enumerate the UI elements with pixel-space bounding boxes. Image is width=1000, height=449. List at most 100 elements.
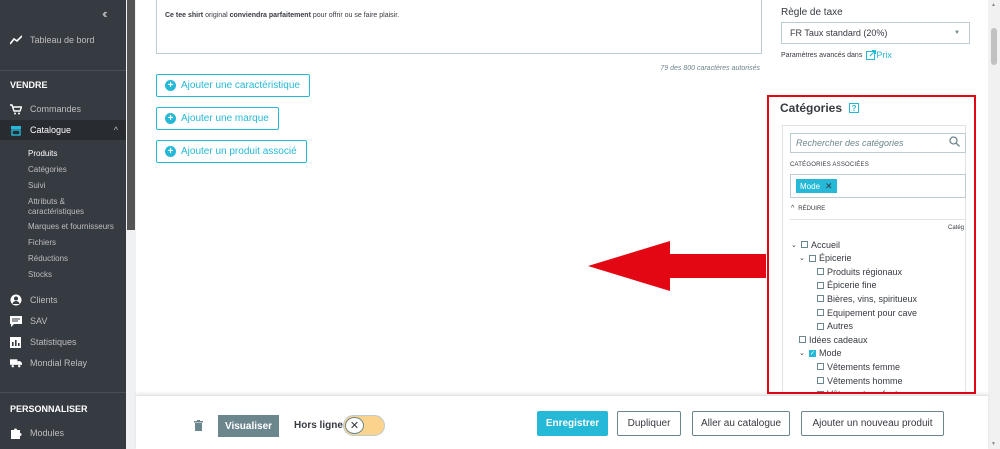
collapse-label: RÉDUIRE (798, 205, 826, 212)
page-scrollbar[interactable]: ▲ ▼ (988, 0, 1000, 449)
chevron-down-icon[interactable]: ⌄ (791, 241, 799, 249)
add-new-product-button[interactable]: Ajouter un nouveau produit (801, 411, 944, 436)
category-checkbox[interactable] (817, 390, 824, 392)
tree-node[interactable]: Produits régionaux (817, 265, 902, 278)
scrollbar-thumb[interactable] (991, 28, 997, 65)
category-checkbox[interactable] (817, 322, 824, 330)
tree-node[interactable]: ⌄ Accueil (791, 238, 840, 251)
category-checkbox[interactable] (817, 281, 824, 289)
category-checkbox[interactable] (801, 241, 808, 248)
tree-node[interactable]: Vêtements homme (817, 374, 903, 387)
online-toggle[interactable]: ✕ (343, 415, 385, 436)
category-checkbox[interactable]: ✓ (809, 349, 816, 357)
category-tag[interactable]: Mode ✕ (796, 179, 837, 193)
categories-title: Catégories ? (780, 101, 860, 115)
save-button[interactable]: Enregistrer (537, 411, 608, 436)
sidebar-subitem-brands[interactable]: Marques et fournisseurs (28, 222, 114, 232)
chevron-up-icon: ^ (791, 205, 795, 212)
search-icon[interactable] (949, 136, 960, 150)
footer-toolbar: Visualiser Hors ligne ✕ Enregistrer Dupl… (136, 395, 988, 449)
add-feature-button[interactable]: + Ajouter une caractéristique (156, 74, 310, 97)
tree-node[interactable]: Autres (817, 320, 853, 333)
collapse-tree-button[interactable]: ^ RÉDUIRE (791, 205, 825, 212)
tree-node-label: Épicerie fine (827, 280, 877, 291)
scroll-up-icon[interactable]: ▲ (991, 2, 996, 8)
sidebar-item-modules[interactable]: Modules (0, 423, 126, 443)
category-checkbox[interactable] (817, 295, 824, 303)
scroll-down-icon[interactable]: ▼ (991, 441, 996, 447)
section-title-customize: PERSONNALISER (10, 404, 88, 414)
category-checkbox[interactable] (809, 254, 816, 262)
tree-node[interactable]: Épicerie fine (817, 279, 877, 292)
sidebar-scrollbar[interactable] (127, 0, 135, 230)
remove-tag-icon[interactable]: ✕ (825, 181, 833, 192)
sidebar-item-customers[interactable]: Clients (0, 290, 126, 310)
categories-title-text: Catégories (780, 101, 843, 115)
sidebar-subitem-products[interactable]: Produits (28, 149, 57, 159)
tax-advanced-settings: Paramètres avancés dans Prix (781, 50, 892, 60)
tree-node[interactable]: Vêtements enfant (817, 388, 898, 392)
sidebar-item-label: Modules (30, 428, 65, 438)
go-to-catalog-button[interactable]: Aller au catalogue (692, 411, 790, 436)
add-related-product-button[interactable]: + Ajouter un produit associé (156, 140, 307, 163)
trash-icon[interactable] (194, 420, 203, 431)
plus-circle-icon: + (165, 80, 176, 91)
plus-circle-icon: + (165, 113, 176, 124)
help-icon[interactable]: ? (849, 103, 860, 113)
sidebar-item-label: SAV (30, 316, 48, 326)
char-counter: 79 des 800 caractères autorisés (660, 65, 760, 72)
collapse-sidebar-icon[interactable]: ‹‹ (102, 6, 107, 21)
category-checkbox[interactable] (817, 363, 824, 371)
category-checkbox[interactable] (817, 377, 824, 384)
category-checkbox[interactable] (817, 268, 824, 276)
tree-node[interactable]: Vêtements femme (817, 360, 900, 373)
sidebar-subitem-files[interactable]: Fichiers (28, 238, 56, 248)
category-checkbox[interactable] (799, 336, 806, 344)
tree-node[interactable]: Equipement pour cave (817, 306, 917, 319)
tree-node[interactable]: Idées cadeaux (799, 333, 868, 346)
tree-node[interactable]: ⌄ Épicerie (799, 252, 852, 265)
sidebar-subitem-discounts[interactable]: Réductions (28, 254, 68, 264)
sidebar-item-orders[interactable]: Commandes (0, 99, 126, 119)
sidebar-item-catalog[interactable]: Catalogue ^ (0, 120, 126, 140)
sidebar-subitem-attributes[interactable]: Attributs & (28, 197, 65, 207)
offline-label: Hors ligne (294, 420, 343, 431)
associated-categories-field[interactable]: Mode ✕ (790, 174, 966, 198)
caret-down-icon: ▼ (954, 30, 960, 36)
add-brand-button[interactable]: + Ajouter une marque (156, 107, 279, 130)
preview-button[interactable]: Visualiser (218, 415, 279, 437)
sidebar-item-sav[interactable]: SAV (0, 311, 126, 331)
tax-rule-value: FR Taux standard (20%) (790, 28, 888, 38)
sidebar-subitem-categories[interactable]: Catégories (28, 165, 67, 175)
divider (0, 392, 126, 393)
tree-node-label: Autres (827, 321, 854, 332)
tree-node-label: Vêtements enfant (827, 389, 898, 392)
price-link[interactable]: Prix (866, 50, 892, 60)
tax-rule-select[interactable]: FR Taux standard (20%) ▼ (781, 22, 970, 44)
tree-node[interactable]: ⌄ ✓ Mode (799, 347, 842, 360)
chevron-down-icon[interactable]: ⌄ (799, 254, 807, 262)
chevron-down-icon[interactable]: ⌄ (799, 349, 807, 357)
button-label: Ajouter un produit associé (181, 146, 297, 157)
associated-categories-label: CATÉGORIES ASSOCIÉES (790, 162, 869, 168)
category-search-input[interactable]: Rechercher des catégories (790, 133, 966, 153)
tree-node[interactable]: Bières, vins, spiritueux (817, 292, 917, 305)
sidebar-subitem-tracking[interactable]: Suivi (28, 181, 45, 191)
duplicate-button[interactable]: Dupliquer (617, 411, 681, 436)
sidebar-subitem-attributes-line2[interactable]: caractéristiques (28, 207, 84, 217)
sidebar: ‹‹ Tableau de bord VENDRE Commandes Cata… (0, 0, 126, 449)
tax-rule-label: Règle de taxe (781, 7, 843, 18)
sidebar-item-dashboard[interactable]: Tableau de bord (0, 30, 126, 50)
sidebar-item-stats[interactable]: Statistiques (0, 332, 126, 352)
button-label: Ajouter une caractéristique (181, 80, 300, 91)
sidebar-item-mondial-relay[interactable]: Mondial Relay (0, 353, 126, 373)
divider (790, 219, 966, 220)
red-arrow-annotation (588, 241, 766, 291)
sidebar-subitem-stocks[interactable]: Stocks (28, 270, 52, 280)
section-title-sell: VENDRE (10, 80, 48, 90)
category-checkbox[interactable] (817, 309, 824, 316)
close-icon: ✕ (345, 417, 364, 434)
categories-box: Rechercher des catégories CATÉGORIES ASS… (782, 125, 966, 392)
description-editor[interactable]: Ce tee shirt original conviendra parfait… (156, 0, 762, 54)
sidebar-item-label: Commandes (30, 104, 82, 114)
